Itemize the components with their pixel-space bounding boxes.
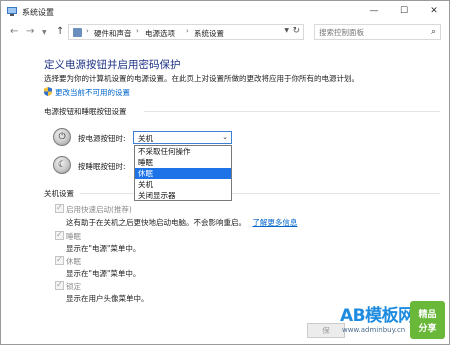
dropdown-option-do-nothing[interactable]: 不采取任何操作 xyxy=(135,146,231,157)
watermark-badge: 精品 分享 xyxy=(410,301,445,339)
sleep-description: 显示在"电源"菜单中。 xyxy=(66,244,141,253)
power-button-label: 按电源按钮时: xyxy=(78,134,126,143)
breadcrumb-hardware-sound[interactable]: 硬件和声音 xyxy=(94,28,132,39)
chevron-down-icon[interactable]: ⌄ xyxy=(222,133,228,141)
control-panel-icon xyxy=(7,7,17,16)
fast-startup-description-text: 这有助于在关机之后更快地启动电脑。不会影响重启。 xyxy=(66,218,246,227)
maximize-button[interactable]: ☐ xyxy=(389,1,419,21)
dropdown-option-sleep[interactable]: 睡眠 xyxy=(135,157,231,168)
minimize-button[interactable]: — xyxy=(359,1,389,21)
lock-description: 显示在用户头像菜单中。 xyxy=(66,294,149,303)
watermark-logo: AB模板网 www.adminbuy.cn 精品 分享 xyxy=(337,299,449,344)
hibernate-checkbox[interactable]: ✓ xyxy=(55,255,64,265)
breadcrumb-separator-icon[interactable]: › xyxy=(136,27,139,35)
title-bar: 系统设置 — ☐ ✕ xyxy=(1,1,449,23)
system-settings-window: 系统设置 — ☐ ✕ ← → ▼ ↑ › 硬件和声音 › 电源选项 › 系统设置… xyxy=(0,0,450,345)
fast-startup-checkbox[interactable]: ✓ xyxy=(55,203,64,213)
navigation-bar: ← → ▼ ↑ › 硬件和声音 › 电源选项 › 系统设置 ▼ ↻ ⌕ xyxy=(1,23,449,41)
learn-more-link[interactable]: 了解更多信息 xyxy=(252,218,297,227)
section-divider xyxy=(144,111,440,112)
folder-icon xyxy=(73,28,82,37)
search-input[interactable] xyxy=(319,27,424,38)
address-history-chevron-icon[interactable]: ▼ xyxy=(284,27,289,34)
page-description: 选择要为你的计算机设置的电源设置。在此页上对设置所做的更改将应用于你所有的电源计… xyxy=(44,74,359,83)
breadcrumb-system-settings[interactable]: 系统设置 xyxy=(194,28,224,39)
lock-label: 锁定 xyxy=(66,282,81,291)
sleep-label: 睡眠 xyxy=(66,232,81,241)
back-arrow-icon[interactable]: ← xyxy=(10,25,18,39)
page-title: 定义电源按钮并启用密码保护 xyxy=(44,59,181,71)
recent-locations-chevron-icon[interactable]: ▼ xyxy=(42,26,47,40)
breadcrumb-separator-icon[interactable]: › xyxy=(186,27,189,35)
watermark-badge-line2: 分享 xyxy=(418,324,437,334)
dropdown-option-shutdown[interactable]: 关机 xyxy=(135,179,231,190)
lock-checkbox[interactable]: ✓ xyxy=(55,280,64,290)
watermark-badge-line1: 精品 xyxy=(418,310,437,320)
dropdown-option-turn-off-display[interactable]: 关闭显示器 xyxy=(135,190,231,201)
dropdown-option-hibernate[interactable]: 休眠 xyxy=(135,168,231,179)
up-arrow-icon[interactable]: ↑ xyxy=(56,25,64,39)
watermark-url: www.adminbuy.cn xyxy=(342,326,406,334)
sleep-button-icon: ☾ xyxy=(53,156,71,174)
sleep-button-label: 按睡眠按钮时: xyxy=(78,162,126,171)
search-icon[interactable]: ⌕ xyxy=(431,27,436,37)
hibernate-label: 休眠 xyxy=(66,257,81,266)
power-button-action-value: 关机 xyxy=(138,134,153,143)
power-action-dropdown-list[interactable]: 不采取任何操作 睡眠 休眠 关机 关闭显示器 xyxy=(134,145,232,201)
power-buttons-section-title: 电源按钮和睡眠按钮设置 xyxy=(44,107,127,116)
change-unavailable-settings-link[interactable]: 更改当前不可用的设置 xyxy=(44,87,130,98)
breadcrumb-separator-icon[interactable]: › xyxy=(86,27,89,35)
refresh-icon[interactable]: ↻ xyxy=(292,26,300,36)
fast-startup-description: 这有助于在关机之后更快地启动电脑。不会影响重启。 了解更多信息 xyxy=(66,217,297,228)
shutdown-section-title: 关机设置 xyxy=(44,189,74,198)
address-bar[interactable]: › 硬件和声音 › 电源选项 › 系统设置 ▼ ↻ xyxy=(68,24,304,40)
forward-arrow-icon[interactable]: → xyxy=(26,25,34,39)
uac-shield-icon xyxy=(44,87,52,96)
watermark-title: AB模板网 xyxy=(340,306,415,326)
breadcrumb-power-options[interactable]: 电源选项 xyxy=(145,28,175,39)
close-button[interactable]: ✕ xyxy=(419,1,449,21)
change-unavailable-settings-text[interactable]: 更改当前不可用的设置 xyxy=(55,88,130,97)
sleep-checkbox[interactable]: ✓ xyxy=(55,230,64,240)
search-box[interactable]: ⌕ xyxy=(314,24,441,40)
window-title: 系统设置 xyxy=(22,8,54,17)
hibernate-description: 显示在"电源"菜单中。 xyxy=(66,269,141,278)
power-button-action-select[interactable]: 关机 ⌄ xyxy=(133,131,232,144)
power-button-icon: ⏻ xyxy=(53,128,71,146)
fast-startup-label: 启用快速启动(推荐) xyxy=(66,205,132,214)
